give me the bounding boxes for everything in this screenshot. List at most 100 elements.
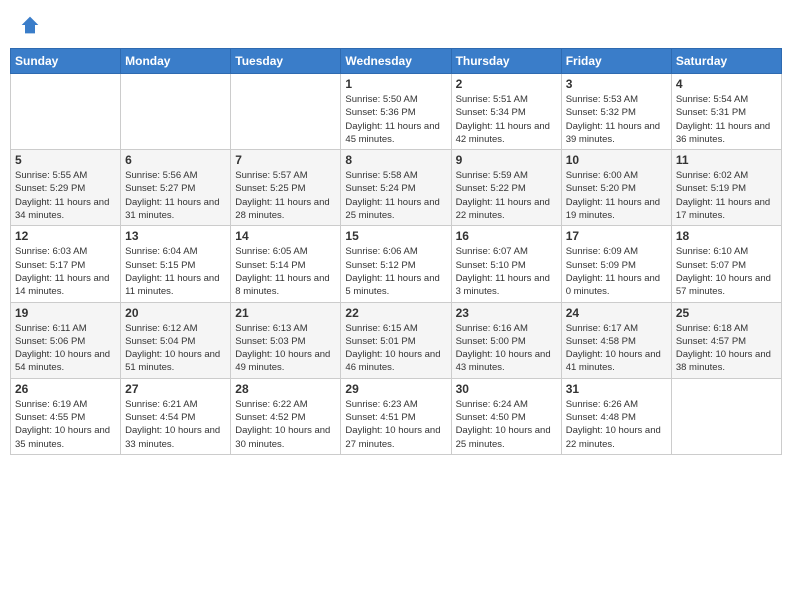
day-info: Sunrise: 6:02 AM Sunset: 5:19 PM Dayligh… xyxy=(676,169,777,222)
day-of-week-header: Sunday xyxy=(11,49,121,74)
calendar-week-row: 12Sunrise: 6:03 AM Sunset: 5:17 PM Dayli… xyxy=(11,226,782,302)
day-info: Sunrise: 5:53 AM Sunset: 5:32 PM Dayligh… xyxy=(566,93,667,146)
calendar-cell: 22 Sunrise: 6:15 AM Sunset: 5:01 PM Dayli… xyxy=(341,302,451,378)
day-of-week-header: Monday xyxy=(121,49,231,74)
calendar-cell xyxy=(671,378,781,454)
day-info: Sunrise: 6:11 AM Sunset: 5:06 PM Dayligh… xyxy=(15,322,116,375)
day-number: 9 xyxy=(456,153,557,167)
calendar-cell: 21 Sunrise: 6:13 AM Sunset: 5:03 PM Dayli… xyxy=(231,302,341,378)
day-info: Sunrise: 6:22 AM Sunset: 4:52 PM Dayligh… xyxy=(235,398,336,451)
day-of-week-header: Friday xyxy=(561,49,671,74)
day-number: 25 xyxy=(676,306,777,320)
day-info: Sunrise: 5:58 AM Sunset: 5:24 PM Dayligh… xyxy=(345,169,446,222)
calendar-cell xyxy=(11,74,121,150)
day-info: Sunrise: 6:18 AM Sunset: 4:57 PM Dayligh… xyxy=(676,322,777,375)
day-number: 8 xyxy=(345,153,446,167)
calendar-cell: 9 Sunrise: 5:59 AM Sunset: 5:22 PM Daylig… xyxy=(451,150,561,226)
day-info: Sunrise: 6:21 AM Sunset: 4:54 PM Dayligh… xyxy=(125,398,226,451)
day-number: 26 xyxy=(15,382,116,396)
day-number: 19 xyxy=(15,306,116,320)
day-info: Sunrise: 5:50 AM Sunset: 5:36 PM Dayligh… xyxy=(345,93,446,146)
day-info: Sunrise: 6:12 AM Sunset: 5:04 PM Dayligh… xyxy=(125,322,226,375)
calendar-cell: 25 Sunrise: 6:18 AM Sunset: 4:57 PM Dayli… xyxy=(671,302,781,378)
day-info: Sunrise: 6:15 AM Sunset: 5:01 PM Dayligh… xyxy=(345,322,446,375)
day-number: 1 xyxy=(345,77,446,91)
calendar-cell: 10 Sunrise: 6:00 AM Sunset: 5:20 PM Dayli… xyxy=(561,150,671,226)
day-number: 17 xyxy=(566,229,667,243)
day-of-week-header: Tuesday xyxy=(231,49,341,74)
calendar-cell: 1 Sunrise: 5:50 AM Sunset: 5:36 PM Daylig… xyxy=(341,74,451,150)
day-of-week-header: Thursday xyxy=(451,49,561,74)
day-info: Sunrise: 6:10 AM Sunset: 5:07 PM Dayligh… xyxy=(676,245,777,298)
day-number: 24 xyxy=(566,306,667,320)
day-number: 3 xyxy=(566,77,667,91)
day-number: 11 xyxy=(676,153,777,167)
day-number: 7 xyxy=(235,153,336,167)
day-info: Sunrise: 6:16 AM Sunset: 5:00 PM Dayligh… xyxy=(456,322,557,375)
calendar-cell: 29 Sunrise: 6:23 AM Sunset: 4:51 PM Dayli… xyxy=(341,378,451,454)
day-number: 29 xyxy=(345,382,446,396)
calendar-cell: 16 Sunrise: 6:07 AM Sunset: 5:10 PM Dayli… xyxy=(451,226,561,302)
day-of-week-header: Wednesday xyxy=(341,49,451,74)
calendar-cell: 14 Sunrise: 6:05 AM Sunset: 5:14 PM Dayli… xyxy=(231,226,341,302)
day-info: Sunrise: 6:17 AM Sunset: 4:58 PM Dayligh… xyxy=(566,322,667,375)
calendar-cell: 28 Sunrise: 6:22 AM Sunset: 4:52 PM Dayli… xyxy=(231,378,341,454)
calendar-cell: 26Sunrise: 6:19 AM Sunset: 4:55 PM Dayli… xyxy=(11,378,121,454)
day-number: 12 xyxy=(15,229,116,243)
calendar-week-row: 19 Sunrise: 6:11 AM Sunset: 5:06 PM Dayli… xyxy=(11,302,782,378)
day-info: Sunrise: 6:13 AM Sunset: 5:03 PM Dayligh… xyxy=(235,322,336,375)
day-number: 14 xyxy=(235,229,336,243)
day-of-week-header: Saturday xyxy=(671,49,781,74)
calendar-cell: 20 Sunrise: 6:12 AM Sunset: 5:04 PM Dayli… xyxy=(121,302,231,378)
day-info: Sunrise: 6:26 AM Sunset: 4:48 PM Dayligh… xyxy=(566,398,667,451)
calendar-cell: 23 Sunrise: 6:16 AM Sunset: 5:00 PM Dayli… xyxy=(451,302,561,378)
calendar-cell: 24 Sunrise: 6:17 AM Sunset: 4:58 PM Dayli… xyxy=(561,302,671,378)
calendar-header-row: SundayMondayTuesdayWednesdayThursdayFrid… xyxy=(11,49,782,74)
calendar-cell: 7Sunrise: 5:57 AM Sunset: 5:25 PM Daylig… xyxy=(231,150,341,226)
day-info: Sunrise: 5:54 AM Sunset: 5:31 PM Dayligh… xyxy=(676,93,777,146)
day-info: Sunrise: 5:56 AM Sunset: 5:27 PM Dayligh… xyxy=(125,169,226,222)
calendar-cell: 4 Sunrise: 5:54 AM Sunset: 5:31 PM Daylig… xyxy=(671,74,781,150)
calendar-cell: 15 Sunrise: 6:06 AM Sunset: 5:12 PM Dayli… xyxy=(341,226,451,302)
day-info: Sunrise: 5:59 AM Sunset: 5:22 PM Dayligh… xyxy=(456,169,557,222)
calendar-cell: 31 Sunrise: 6:26 AM Sunset: 4:48 PM Dayli… xyxy=(561,378,671,454)
day-info: Sunrise: 6:07 AM Sunset: 5:10 PM Dayligh… xyxy=(456,245,557,298)
day-info: Sunrise: 6:04 AM Sunset: 5:15 PM Dayligh… xyxy=(125,245,226,298)
calendar-cell: 13 Sunrise: 6:04 AM Sunset: 5:15 PM Dayli… xyxy=(121,226,231,302)
day-number: 5 xyxy=(15,153,116,167)
logo xyxy=(20,15,42,35)
day-number: 13 xyxy=(125,229,226,243)
day-number: 2 xyxy=(456,77,557,91)
day-number: 6 xyxy=(125,153,226,167)
day-info: Sunrise: 6:05 AM Sunset: 5:14 PM Dayligh… xyxy=(235,245,336,298)
day-info: Sunrise: 6:06 AM Sunset: 5:12 PM Dayligh… xyxy=(345,245,446,298)
calendar-cell: 27Sunrise: 6:21 AM Sunset: 4:54 PM Dayli… xyxy=(121,378,231,454)
day-info: Sunrise: 6:09 AM Sunset: 5:09 PM Dayligh… xyxy=(566,245,667,298)
calendar-cell: 17 Sunrise: 6:09 AM Sunset: 5:09 PM Dayli… xyxy=(561,226,671,302)
day-number: 20 xyxy=(125,306,226,320)
day-info: Sunrise: 5:51 AM Sunset: 5:34 PM Dayligh… xyxy=(456,93,557,146)
calendar-cell xyxy=(231,74,341,150)
calendar-cell: 18Sunrise: 6:10 AM Sunset: 5:07 PM Dayli… xyxy=(671,226,781,302)
day-number: 16 xyxy=(456,229,557,243)
day-number: 10 xyxy=(566,153,667,167)
day-number: 23 xyxy=(456,306,557,320)
day-number: 30 xyxy=(456,382,557,396)
day-number: 21 xyxy=(235,306,336,320)
day-info: Sunrise: 6:23 AM Sunset: 4:51 PM Dayligh… xyxy=(345,398,446,451)
logo-icon xyxy=(20,15,40,35)
day-number: 4 xyxy=(676,77,777,91)
calendar-cell: 8 Sunrise: 5:58 AM Sunset: 5:24 PM Daylig… xyxy=(341,150,451,226)
day-info: Sunrise: 5:55 AM Sunset: 5:29 PM Dayligh… xyxy=(15,169,116,222)
day-number: 22 xyxy=(345,306,446,320)
calendar-cell: 30Sunrise: 6:24 AM Sunset: 4:50 PM Dayli… xyxy=(451,378,561,454)
calendar-table: SundayMondayTuesdayWednesdayThursdayFrid… xyxy=(10,48,782,455)
day-number: 31 xyxy=(566,382,667,396)
calendar-cell: 2 Sunrise: 5:51 AM Sunset: 5:34 PM Daylig… xyxy=(451,74,561,150)
day-number: 28 xyxy=(235,382,336,396)
calendar-week-row: 5 Sunrise: 5:55 AM Sunset: 5:29 PM Daylig… xyxy=(11,150,782,226)
calendar-week-row: 1 Sunrise: 5:50 AM Sunset: 5:36 PM Daylig… xyxy=(11,74,782,150)
day-number: 15 xyxy=(345,229,446,243)
calendar-cell: 19 Sunrise: 6:11 AM Sunset: 5:06 PM Dayli… xyxy=(11,302,121,378)
day-info: Sunrise: 6:00 AM Sunset: 5:20 PM Dayligh… xyxy=(566,169,667,222)
